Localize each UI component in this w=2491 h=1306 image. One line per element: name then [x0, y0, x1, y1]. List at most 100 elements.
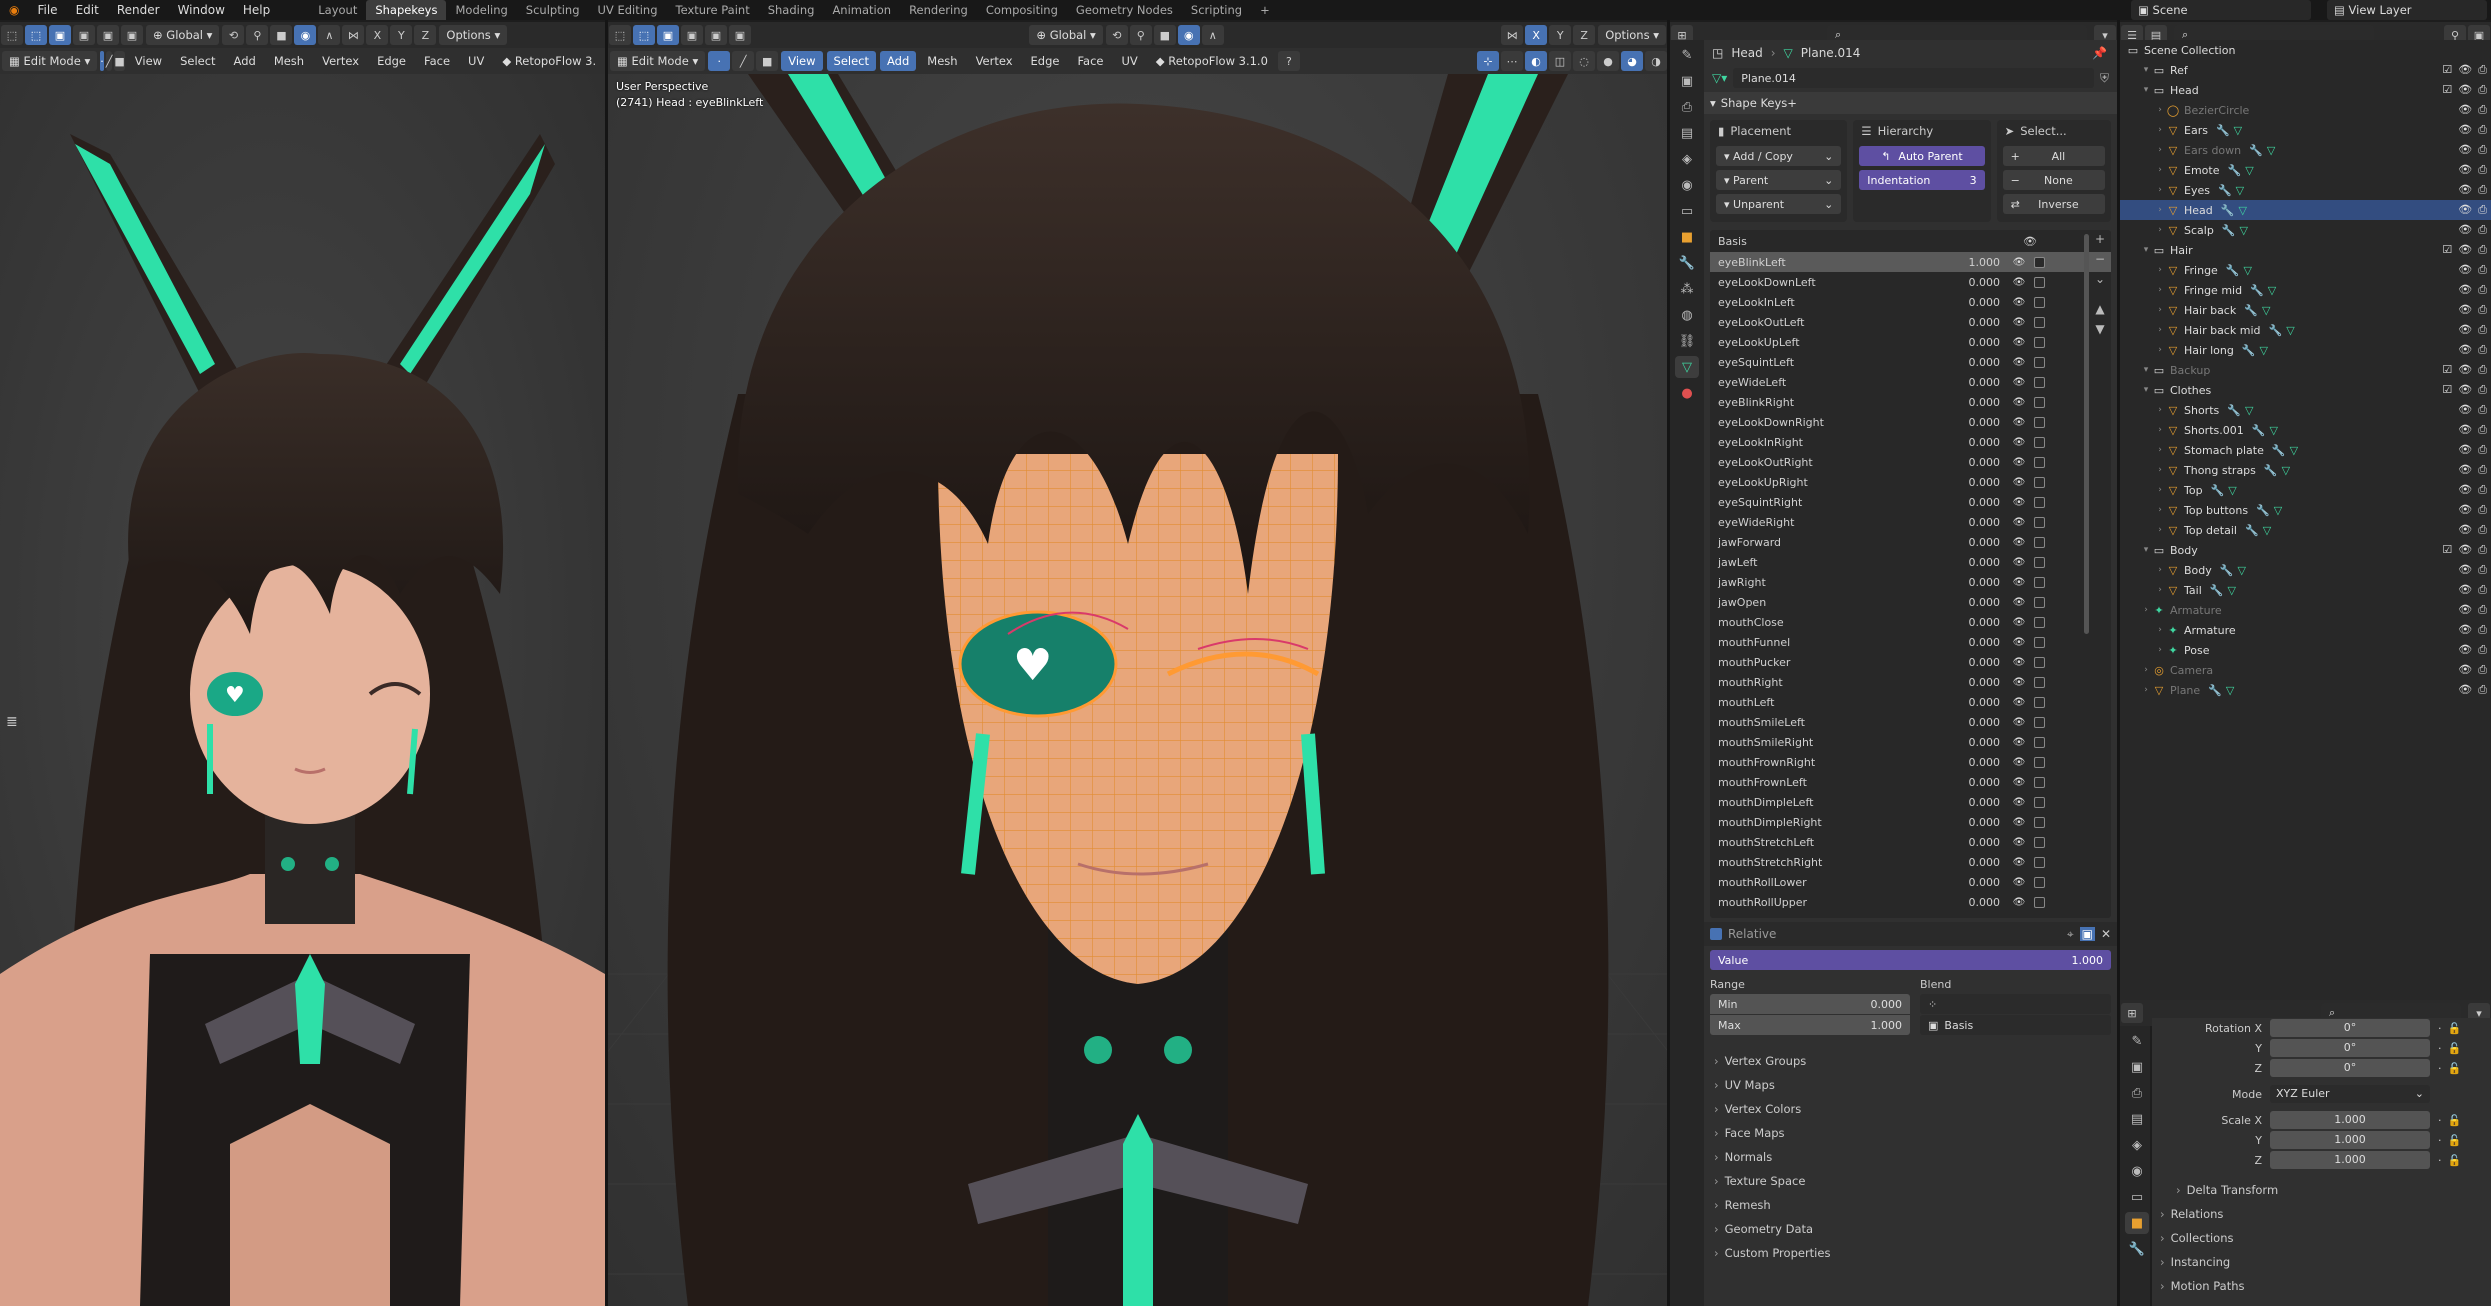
fake-user-icon[interactable]: ⛨ — [2100, 71, 2109, 86]
eye-icon[interactable]: 👁 — [2458, 603, 2472, 617]
mesh-name-field[interactable]: Plane.014 — [1733, 68, 2094, 88]
tab-modeling[interactable]: Modeling — [446, 0, 516, 20]
remove-shape-key-icon[interactable]: − — [2091, 252, 2109, 272]
eye-icon[interactable]: 👁 — [2458, 123, 2472, 137]
rotation-mode-dropdown[interactable]: XYZ Euler ⌄ — [2270, 1085, 2430, 1103]
shape-key-row[interactable]: eyeWideLeft 0.000 👁 — [1710, 372, 2111, 392]
eye-icon[interactable]: 👁 — [2010, 657, 2028, 668]
eye-icon[interactable]: 👁 — [2458, 423, 2472, 437]
expand-arrow-icon[interactable]: › — [2154, 405, 2166, 415]
expand-arrow-icon[interactable]: ▾ — [2140, 65, 2152, 75]
eye-icon[interactable]: 👁 — [2010, 817, 2028, 828]
camera-icon[interactable]: ⎙ — [2478, 343, 2487, 357]
lock-checkbox[interactable] — [2034, 316, 2045, 328]
lock-checkbox[interactable] — [2034, 336, 2045, 348]
eye-icon[interactable]: 👁 — [2010, 537, 2028, 548]
shape-key-value[interactable]: 0.000 — [1948, 876, 2001, 889]
eye-icon[interactable]: 👁 — [2010, 457, 2028, 468]
transform-orientation-dropdown[interactable]: ⊕ Global ▾ — [1029, 25, 1103, 45]
camera-icon[interactable]: ⎙ — [2478, 423, 2487, 437]
shape-key-value[interactable]: 0.000 — [1948, 556, 2001, 569]
camera-icon[interactable]: ⎙ — [2478, 263, 2487, 277]
select-mode-new-icon[interactable]: ▣ — [657, 25, 679, 45]
shape-key-row[interactable]: mouthFunnel 0.000 👁 — [1710, 632, 2111, 652]
lock-checkbox[interactable] — [2034, 836, 2045, 848]
eye-icon[interactable]: 👁 — [2458, 103, 2472, 117]
camera-icon[interactable]: ⎙ — [2478, 203, 2487, 217]
shape-key-row[interactable]: mouthLeft 0.000 👁 — [1710, 692, 2111, 712]
tab-rendering[interactable]: Rendering — [900, 0, 977, 20]
tab-texture-paint[interactable]: Texture Paint — [667, 0, 759, 20]
outliner-item[interactable]: › ▽ Ears 🔧 ▽ 👁 ⎙ — [2120, 120, 2491, 140]
shape-key-row[interactable]: eyeBlinkRight 0.000 👁 — [1710, 392, 2111, 412]
shape-key-row[interactable]: eyeLookInRight 0.000 👁 — [1710, 432, 2111, 452]
menu-view[interactable]: View — [781, 51, 823, 71]
list-scrollbar[interactable] — [2084, 234, 2089, 634]
menu-render[interactable]: Render — [108, 0, 169, 20]
outliner-item[interactable]: › ▽ Hair long 🔧 ▽ 👁 ⎙ — [2120, 340, 2491, 360]
shape-key-value[interactable]: 0.000 — [1948, 656, 2001, 669]
outliner-item[interactable]: › ▽ Stomach plate 🔧 ▽ 👁 ⎙ — [2120, 440, 2491, 460]
eye-icon[interactable]: 👁 — [2458, 163, 2472, 177]
material-tab-icon[interactable]: ● — [1675, 382, 1699, 404]
shape-key-lock-icon[interactable]: ▣ — [2079, 927, 2095, 941]
eye-icon[interactable]: 👁 — [2458, 503, 2472, 517]
eye-icon[interactable]: 👁 — [2010, 257, 2028, 268]
shape-key-value[interactable]: 0.000 — [1948, 316, 2001, 329]
rotation-z-field[interactable]: 0° — [2270, 1059, 2430, 1077]
shape-key-value[interactable]: 0.000 — [1948, 596, 2001, 609]
lock-checkbox[interactable] — [2034, 536, 2045, 548]
shape-key-value[interactable]: 0.000 — [1948, 856, 2001, 869]
expand-arrow-icon[interactable]: › — [2154, 465, 2166, 475]
edge-select-icon[interactable]: ╱ — [105, 51, 113, 71]
camera-icon[interactable]: ⎙ — [2478, 483, 2487, 497]
shape-key-row[interactable]: eyeLookDownRight 0.000 👁 — [1710, 412, 2111, 432]
eye-icon[interactable]: 👁 — [2010, 757, 2028, 768]
eye-icon[interactable]: 👁 — [2458, 143, 2472, 157]
editor-type-icon[interactable]: ⊞ — [2121, 1003, 2143, 1023]
lock-checkbox[interactable] — [2034, 876, 2045, 888]
expand-arrow-icon[interactable]: › — [2154, 145, 2166, 155]
camera-icon[interactable]: ⎙ — [2478, 443, 2487, 457]
camera-icon[interactable]: ⎙ — [2478, 523, 2487, 537]
camera-icon[interactable]: ⎙ — [2478, 683, 2487, 697]
outliner-item[interactable]: › ▽ Head 🔧 ▽ 👁 ⎙ — [2120, 200, 2491, 220]
collection-tab-icon[interactable]: ▭ — [2125, 1186, 2149, 1208]
options-dropdown[interactable]: Options ▾ — [1598, 25, 1667, 45]
shape-key-row[interactable]: eyeLookOutRight 0.000 👁 — [1710, 452, 2111, 472]
shape-key-value[interactable]: 0.000 — [1948, 896, 2001, 909]
collapsed-panel-header[interactable]: › UV Maps — [1704, 1073, 2117, 1097]
indentation-field[interactable]: Indentation 3 — [1859, 170, 1985, 190]
outliner-item[interactable]: › ▽ Body 🔧 ▽ 👁 ⎙ — [2120, 560, 2491, 580]
camera-icon[interactable]: ⎙ — [2478, 183, 2487, 197]
collapsed-panel-header[interactable]: › Vertex Groups — [1704, 1049, 2117, 1073]
left-viewport-toggle-icon[interactable]: ≣ — [6, 714, 18, 730]
shape-key-row[interactable]: eyeWideRight 0.000 👁 — [1710, 512, 2111, 532]
menu-edge[interactable]: Edge — [1024, 51, 1067, 71]
eye-icon[interactable]: 👁 — [2010, 297, 2028, 308]
eye-icon[interactable]: 👁 — [2010, 497, 2028, 508]
data-tab-icon[interactable]: ▽ — [1675, 356, 1699, 378]
camera-icon[interactable]: ⎙ — [2478, 123, 2487, 137]
shape-key-value[interactable]: 0.000 — [1948, 696, 2001, 709]
shape-key-value[interactable]: 0.000 — [1948, 736, 2001, 749]
outliner-item[interactable]: › ▽ Eyes 🔧 ▽ 👁 ⎙ — [2120, 180, 2491, 200]
camera-icon[interactable]: ⎙ — [2478, 243, 2487, 257]
basis-row[interactable]: Basis 👁 — [1710, 230, 2111, 252]
lock-checkbox[interactable] — [2034, 576, 2045, 588]
menu-uv[interactable]: UV — [1115, 51, 1145, 71]
shape-key-row[interactable]: mouthDimpleLeft 0.000 👁 — [1710, 792, 2111, 812]
snap-target-icon[interactable]: ■ — [1153, 25, 1176, 45]
object-tab-icon[interactable]: ■ — [1675, 226, 1699, 248]
eye-icon[interactable]: 👁 — [2458, 463, 2472, 477]
shape-key-row[interactable]: eyeLookInLeft 0.000 👁 — [1710, 292, 2111, 312]
shape-key-row[interactable]: mouthDimpleRight 0.000 👁 — [1710, 812, 2111, 832]
lock-checkbox[interactable] — [2034, 716, 2045, 728]
axis-y-button[interactable]: Y — [1549, 25, 1572, 45]
tab-geometry-nodes[interactable]: Geometry Nodes — [1067, 0, 1182, 20]
lock-checkbox[interactable] — [2034, 736, 2045, 748]
shape-key-value[interactable]: 0.000 — [1948, 496, 2001, 509]
camera-icon[interactable]: ⎙ — [2478, 143, 2487, 157]
expand-arrow-icon[interactable]: › — [2140, 605, 2152, 615]
shape-key-row[interactable]: mouthSmileRight 0.000 👁 — [1710, 732, 2111, 752]
